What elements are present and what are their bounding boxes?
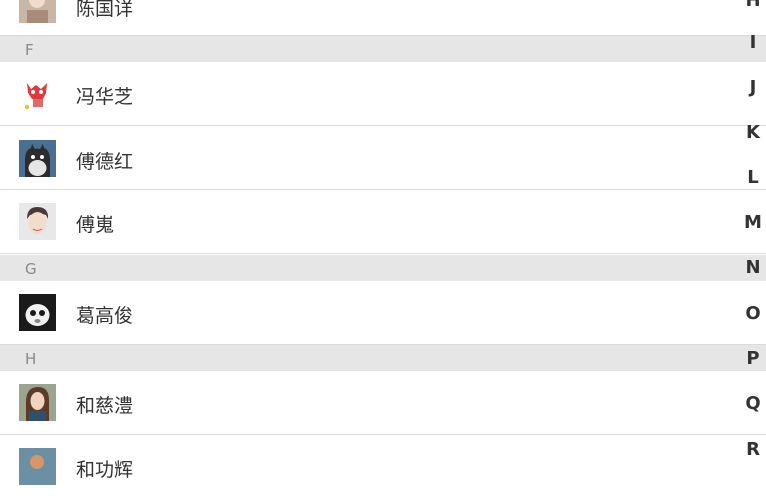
avatar xyxy=(19,75,56,112)
avatar xyxy=(19,448,56,485)
section-letter: F xyxy=(25,41,34,59)
avatar xyxy=(19,0,56,23)
index-letter-i[interactable]: I xyxy=(738,32,766,53)
index-letter-k[interactable]: K xyxy=(738,122,766,143)
avatar xyxy=(19,140,56,177)
contact-row[interactable]: 傅德红 xyxy=(0,126,766,190)
index-letter-l[interactable]: L xyxy=(738,167,766,188)
avatar xyxy=(19,384,56,421)
index-letter-j[interactable]: J xyxy=(738,77,766,98)
alphabet-index[interactable]: H I J K L M N O P Q R xyxy=(738,0,766,478)
contact-row[interactable]: 和慈澧 xyxy=(0,371,766,435)
index-letter-q[interactable]: Q xyxy=(738,393,766,414)
contact-name: 葛高俊 xyxy=(76,305,134,327)
index-letter-m[interactable]: M xyxy=(738,212,766,233)
contact-name: 傅嵬 xyxy=(76,214,115,236)
section-header-g: G xyxy=(0,255,766,281)
contact-name: 傅德红 xyxy=(76,151,134,173)
contact-name: 陈国详 xyxy=(76,0,134,20)
contact-name: 和功辉 xyxy=(76,459,134,481)
avatar xyxy=(19,294,56,331)
index-letter-h[interactable]: H xyxy=(738,0,766,11)
index-letter-n[interactable]: N xyxy=(738,257,766,278)
contact-name: 冯华芝 xyxy=(76,86,134,108)
contact-row[interactable]: 葛高俊 xyxy=(0,281,766,345)
index-letter-o[interactable]: O xyxy=(738,303,766,324)
section-header-h: H xyxy=(0,345,766,371)
contact-list: 陈国详 F 冯华芝 傅德红 傅嵬 G 葛高俊 H 和慈澧 和功辉 xyxy=(0,0,766,499)
index-letter-p[interactable]: P xyxy=(738,348,766,369)
contact-row[interactable]: 冯华芝 xyxy=(0,62,766,126)
avatar xyxy=(19,203,56,240)
section-letter: H xyxy=(25,350,37,368)
contact-row[interactable]: 和功辉 xyxy=(0,435,766,499)
contact-row[interactable]: 陈国详 xyxy=(0,0,766,36)
contact-row[interactable]: 傅嵬 xyxy=(0,190,766,254)
contact-name: 和慈澧 xyxy=(76,395,134,417)
index-letter-r[interactable]: R xyxy=(738,439,766,460)
section-header-f: F xyxy=(0,36,766,62)
section-letter: G xyxy=(25,260,37,278)
